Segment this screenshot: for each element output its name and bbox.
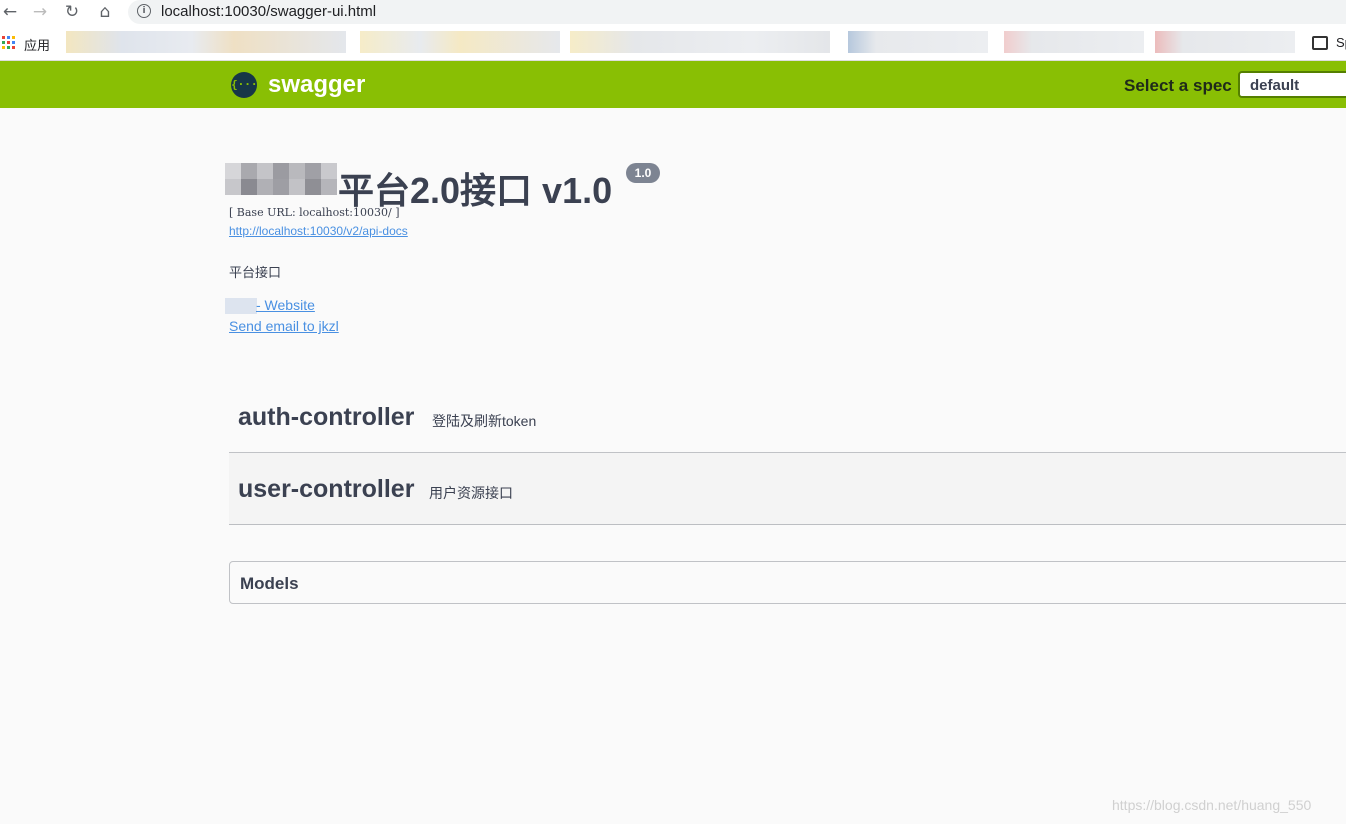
bookmark-item[interactable] — [360, 31, 560, 53]
bookmark-item[interactable] — [66, 31, 346, 53]
home-icon[interactable]: ⌂ — [95, 2, 115, 22]
spec-select[interactable]: default — [1238, 71, 1346, 98]
bookmark-folder-icon[interactable] — [1312, 36, 1328, 50]
spec-select-label: Select a spec — [1124, 76, 1232, 95]
tag-auth-controller[interactable]: auth-controller 登陆及刷新token — [229, 381, 1346, 453]
tag-name: auth-controller — [238, 403, 415, 431]
apps-grid-icon[interactable] — [2, 36, 15, 49]
spec-selected-value: default — [1250, 77, 1300, 94]
tag-user-controller[interactable]: user-controller 用户资源接口 — [229, 453, 1346, 525]
apps-label[interactable]: 应用 — [24, 35, 50, 54]
website-link[interactable]: - Website — [256, 297, 315, 313]
models-section[interactable]: Models — [229, 561, 1346, 604]
swagger-logo-text[interactable]: swagger — [268, 71, 365, 99]
browser-address-bar: ← → ↻ ⌂ i localhost:10030/swagger-ui.htm… — [0, 0, 1346, 26]
bookmark-item[interactable] — [848, 31, 988, 53]
info-icon[interactable]: i — [137, 4, 151, 18]
back-icon[interactable]: ← — [0, 2, 20, 22]
tag-description: 登陆及刷新token — [432, 413, 537, 429]
email-link[interactable]: Send email to jkzl — [229, 318, 339, 334]
swagger-topbar: {···} swagger Select a spec default — [0, 61, 1346, 108]
forward-icon[interactable]: → — [30, 2, 50, 22]
bookmarks-bar: 应用 Sp — [0, 26, 1346, 61]
reload-icon[interactable]: ↻ — [62, 2, 82, 22]
bookmark-label[interactable]: Sp — [1336, 35, 1346, 50]
tag-description: 用户资源接口 — [429, 485, 513, 501]
base-url: [ Base URL: localhost:10030/ ] — [229, 206, 400, 219]
website-redacted-block — [225, 298, 257, 314]
url-field[interactable]: i localhost:10030/swagger-ui.html — [128, 0, 1346, 24]
api-description: 平台接口 — [229, 265, 282, 280]
swagger-logo-icon[interactable]: {···} — [231, 72, 264, 98]
url-text: localhost:10030/swagger-ui.html — [161, 3, 377, 20]
version-badge: 1.0 — [626, 163, 660, 183]
bookmark-item[interactable] — [1004, 31, 1144, 53]
bookmark-item[interactable] — [1155, 31, 1295, 53]
watermark: https://blog.csdn.net/huang_550 — [1112, 797, 1312, 813]
models-title: Models — [240, 574, 299, 593]
tag-name: user-controller — [238, 475, 415, 503]
api-docs-link[interactable]: http://localhost:10030/v2/api-docs — [229, 224, 408, 238]
title-redacted-block — [225, 163, 338, 196]
bookmark-item[interactable] — [570, 31, 830, 53]
